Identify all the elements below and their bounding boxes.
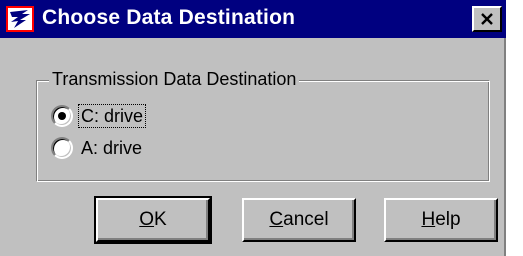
title-bar[interactable]: Choose Data Destination [0,0,506,38]
radio-label-c-drive[interactable]: C: drive [77,104,147,128]
help-label-rest: elp [435,209,461,230]
cancel-mnemonic: C [269,209,284,230]
radio-option-c-drive[interactable]: C: drive [51,103,147,129]
help-button[interactable]: Help [384,198,498,242]
ok-label-rest: K [154,209,167,230]
window-title: Choose Data Destination [42,6,296,29]
destination-groupbox: Transmission Data Destination C: drive A… [36,68,490,182]
radio-option-a-drive[interactable]: A: drive [51,135,144,161]
close-icon [481,13,493,25]
help-mnemonic: H [421,209,436,230]
dialog-window: Choose Data Destination Transmission Dat… [0,0,506,256]
groupbox-title: Transmission Data Destination [49,68,300,90]
close-button[interactable] [472,6,502,32]
radio-button-c-drive[interactable] [51,105,73,127]
eagle-logo-icon[interactable] [6,6,34,32]
radio-selected-dot [58,112,66,120]
cancel-button[interactable]: Cancel [242,198,356,242]
radio-button-a-drive[interactable] [51,137,73,159]
cancel-label-rest: ancel [283,209,329,230]
radio-label-a-drive[interactable]: A: drive [79,137,144,159]
ok-button[interactable]: OK [94,196,212,244]
ok-mnemonic: O [139,209,155,230]
